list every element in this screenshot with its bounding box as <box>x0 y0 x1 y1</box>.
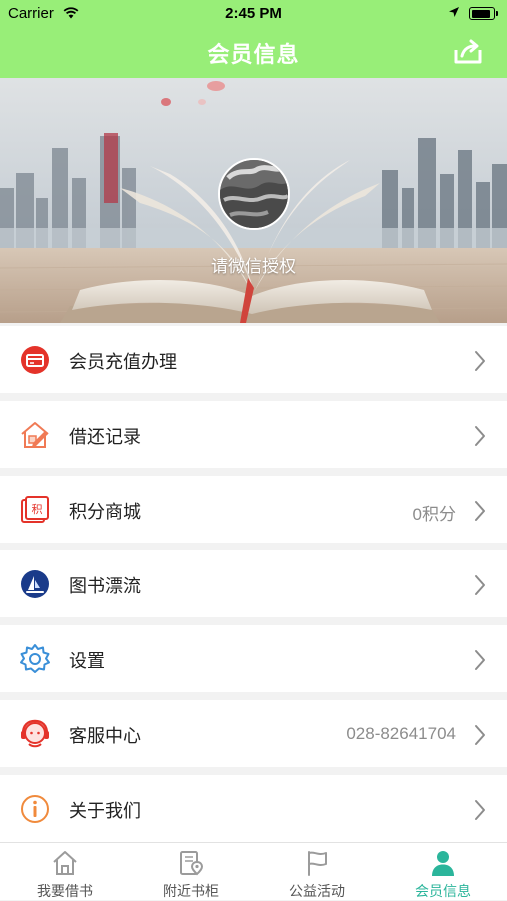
svg-text:积: 积 <box>32 503 43 516</box>
house-pen-icon <box>21 422 49 448</box>
menu-item-borrow-history[interactable]: 借还记录 <box>0 401 507 468</box>
chevron-right-icon <box>475 650 485 670</box>
page-title: 会员信息 <box>207 42 300 67</box>
info-icon <box>21 795 49 823</box>
bottom-tab-bar: 我要借书 附近书柜 公益活动 会员信息 <box>0 842 507 900</box>
book-drift-icon <box>21 570 49 598</box>
tab-label: 公益活动 <box>289 883 345 899</box>
menu-item-settings[interactable]: 设置 <box>0 625 507 692</box>
share-icon[interactable] <box>452 38 484 66</box>
menu-label: 关于我们 <box>69 801 141 821</box>
avatar[interactable] <box>218 158 290 230</box>
profile-banner: 请微信授权 <box>0 78 507 323</box>
avatar-image <box>220 160 288 228</box>
header-bar: 会员信息 <box>0 28 507 78</box>
tab-label: 附近书柜 <box>163 883 219 899</box>
menu-label: 设置 <box>69 651 105 671</box>
menu-item-points-store[interactable]: 积 积分商城 0积分 <box>0 476 507 543</box>
clock: 2:45 PM <box>225 5 282 22</box>
points-balance: 0积分 <box>412 505 456 524</box>
chevron-right-icon <box>475 800 485 820</box>
service-phone[interactable]: 028-82641704 <box>346 724 456 744</box>
tab-member-info[interactable]: 会员信息 <box>380 843 506 901</box>
menu-label: 客服中心 <box>69 726 141 746</box>
chevron-right-icon <box>475 501 485 521</box>
tab-charity-events[interactable]: 公益活动 <box>254 843 380 901</box>
recharge-card-icon <box>21 346 49 374</box>
menu-item-customer-service[interactable]: 客服中心 028-82641704 <box>0 700 507 767</box>
wechat-auth-prompt[interactable]: 请微信授权 <box>0 252 507 277</box>
menu-item-book-drift[interactable]: 图书漂流 <box>0 550 507 617</box>
flag-icon <box>308 851 327 876</box>
status-bar: Carrier 2:45 PM <box>0 0 507 28</box>
menu-label: 会员充值办理 <box>69 352 177 372</box>
points-store-icon: 积 <box>21 496 49 523</box>
menu-label: 图书漂流 <box>69 576 141 596</box>
location-arrow-icon <box>449 7 459 17</box>
tab-label: 我要借书 <box>37 883 93 899</box>
menu-label: 借还记录 <box>69 427 141 447</box>
customer-service-icon <box>21 719 49 748</box>
tab-nearby-cabinets[interactable]: 附近书柜 <box>128 843 254 901</box>
home-icon <box>53 851 77 875</box>
tab-label: 会员信息 <box>415 883 471 899</box>
menu-item-recharge[interactable]: 会员充值办理 <box>0 326 507 393</box>
battery-icon <box>469 7 498 20</box>
chevron-right-icon <box>475 426 485 446</box>
user-icon <box>432 851 454 876</box>
menu-item-about[interactable]: 关于我们 <box>0 775 507 842</box>
chevron-right-icon <box>475 725 485 745</box>
map-pin-icon <box>180 851 204 876</box>
gear-icon <box>20 644 50 673</box>
menu-label: 积分商城 <box>69 502 141 522</box>
tab-borrow-books[interactable]: 我要借书 <box>2 843 128 901</box>
chevron-right-icon <box>475 351 485 371</box>
battery-level <box>471 9 490 18</box>
chevron-right-icon <box>475 575 485 595</box>
